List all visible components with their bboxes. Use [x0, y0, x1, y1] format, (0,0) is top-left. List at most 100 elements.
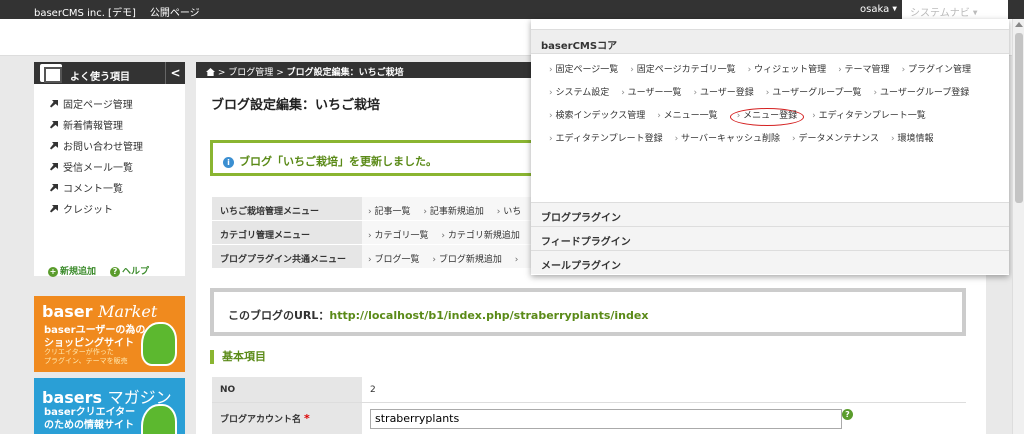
- account-value-cell: ?: [362, 403, 966, 434]
- favorite-label: お問い合わせ管理: [63, 142, 143, 153]
- favorite-label: 受信メール一覧: [63, 163, 133, 174]
- menu-row-links: カテゴリ一覧 カテゴリ新規追加: [362, 221, 532, 244]
- favorite-item[interactable]: お問い合わせ管理: [50, 135, 185, 156]
- system-nav-toggle[interactable]: システムナビ ▼: [902, 0, 1008, 19]
- page-scrollbar[interactable]: [1012, 19, 1024, 434]
- no-value: 2: [362, 377, 966, 402]
- banner-text: baserユーザーの為の ショッピングサイト: [44, 324, 145, 350]
- nav-link[interactable]: 固定ページ一覧: [549, 60, 618, 83]
- pin-icon: [50, 99, 58, 108]
- favorites-footer: + 新規追加 ? ヘルプ: [48, 264, 149, 277]
- add-new-link[interactable]: + 新規追加: [48, 264, 96, 277]
- section-title: 基本項目: [210, 350, 266, 364]
- nav-link[interactable]: ユーザー一覧: [621, 83, 682, 106]
- public-page-link[interactable]: 公開ページ: [150, 4, 200, 19]
- pin-icon: [50, 183, 58, 192]
- nav-link[interactable]: メニュー一覧: [657, 106, 718, 129]
- banner-line1: baserクリエイター: [44, 407, 136, 418]
- menu-link[interactable]: カテゴリ一覧: [368, 231, 428, 241]
- banner-line1: baserユーザーの為の: [44, 325, 146, 336]
- menu-link[interactable]: カテゴリ新規追加: [441, 231, 519, 241]
- favorite-label: 新着情報管理: [63, 121, 123, 132]
- favorite-label: 固定ページ管理: [63, 100, 133, 111]
- system-nav-label: システムナビ: [910, 8, 970, 19]
- nav-link[interactable]: ユーザーグループ一覧: [766, 83, 861, 106]
- add-new-label: 新規追加: [60, 267, 97, 277]
- blog-url-link[interactable]: http://localhost/b1/index.php/straberryp…: [329, 309, 648, 322]
- menu-link[interactable]: いち: [497, 207, 521, 217]
- mascot-icon: [141, 322, 177, 366]
- nav-link[interactable]: ユーザーグループ登録: [874, 83, 969, 106]
- breadcrumb-blog-admin[interactable]: ブログ管理: [228, 68, 273, 78]
- nav-link[interactable]: データメンテナンス: [792, 129, 879, 152]
- favorite-item[interactable]: 固定ページ管理: [50, 93, 185, 114]
- nav-link[interactable]: 環境情報: [891, 129, 933, 152]
- menu-row: ブログプラグイン共通メニュー ブログ一覧 ブログ新規追加: [212, 245, 532, 269]
- user-menu[interactable]: osaka ▼: [860, 4, 897, 15]
- nav-link[interactable]: サーバーキャッシュ削除: [675, 129, 780, 152]
- nav-link[interactable]: ウィジェット管理: [748, 60, 826, 83]
- banner-title-a: basers: [42, 388, 103, 407]
- nav-link[interactable]: プラグイン管理: [902, 60, 971, 83]
- menu-row-label: いちご栽培管理メニュー: [212, 197, 362, 220]
- pin-icon: [50, 141, 58, 150]
- home-icon[interactable]: [206, 68, 215, 76]
- form-row-no: NO 2: [212, 377, 966, 403]
- scroll-thumb[interactable]: [1015, 33, 1023, 203]
- core-links: 固定ページ一覧 固定ページカテゴリ一覧 ウィジェット管理 テーマ管理 プラグイン…: [531, 54, 1009, 202]
- nav-link[interactable]: 検索インデックス管理: [549, 106, 645, 129]
- banner-text: baserクリエイター のための情報サイト: [44, 406, 135, 432]
- blog-account-input[interactable]: [370, 408, 842, 429]
- blog-plugin-section[interactable]: ブログプラグイン: [531, 202, 1009, 226]
- mail-plugin-section[interactable]: メールプラグイン: [531, 250, 1009, 274]
- basers-magazine-banner[interactable]: basers マガジン baserクリエイター のための情報サイト: [34, 378, 185, 434]
- nav-link[interactable]: ユーザー登録: [694, 83, 754, 106]
- menu-row-links: 記事一覧 記事新規追加 いち: [362, 197, 532, 220]
- banner-small-text: クリエイターが作った プラグイン、テーマを販売: [44, 348, 128, 366]
- caret-down-icon: ▼: [972, 9, 978, 17]
- no-label: NO: [212, 377, 362, 402]
- menu-link[interactable]: 記事一覧: [368, 207, 410, 217]
- form-row-account: ブログアカウント名* ?: [212, 403, 966, 434]
- user-name: osaka: [860, 4, 890, 15]
- menu-row: カテゴリ管理メニュー カテゴリ一覧 カテゴリ新規追加: [212, 221, 532, 245]
- breadcrumb-sep: >: [276, 68, 284, 78]
- site-name-link[interactable]: baserCMS inc. [デモ]: [34, 4, 136, 19]
- menu-link[interactable]: ブログ新規追加: [432, 255, 501, 265]
- banner-line2: のための情報サイト: [44, 420, 134, 431]
- menu-row-label: ブログプラグイン共通メニュー: [212, 245, 362, 268]
- nav-link[interactable]: エディタテンプレート登録: [549, 129, 662, 152]
- favorites-icon: [40, 64, 62, 83]
- nav-link[interactable]: システム設定: [549, 83, 609, 106]
- breadcrumb-sep: >: [217, 68, 226, 78]
- collapse-button[interactable]: <: [165, 62, 185, 84]
- favorite-item[interactable]: 受信メール一覧: [50, 156, 185, 177]
- help-link[interactable]: ? ヘルプ: [110, 264, 149, 277]
- menu-link[interactable]: 記事新規追加: [423, 207, 483, 217]
- feed-plugin-section[interactable]: フィードプラグイン: [531, 226, 1009, 250]
- menu-link[interactable]: [515, 255, 519, 265]
- nav-link[interactable]: 固定ページカテゴリ一覧: [630, 60, 736, 83]
- menu-link[interactable]: ブログ一覧: [368, 255, 419, 265]
- info-icon: i: [223, 157, 234, 168]
- help-label: ヘルプ: [122, 267, 150, 277]
- mascot-icon: [141, 404, 177, 434]
- blog-url-label: このブログのURL：: [228, 309, 330, 322]
- blog-url-box: このブログのURL：http://localhost/b1/index.php/…: [210, 288, 966, 336]
- baser-market-banner[interactable]: baser Market baserユーザーの為の ショッピングサイト クリエイタ…: [34, 296, 185, 372]
- favorite-label: クレジット: [63, 205, 113, 216]
- nav-link[interactable]: テーマ管理: [838, 60, 890, 83]
- favorite-item[interactable]: 新着情報管理: [50, 114, 185, 135]
- nav-link-menu-register[interactable]: メニュー登録: [729, 108, 805, 126]
- favorite-item[interactable]: コメント一覧: [50, 177, 185, 198]
- help-icon: ?: [110, 267, 121, 277]
- help-icon[interactable]: ?: [842, 409, 853, 420]
- plus-icon: +: [48, 267, 58, 277]
- favorite-label: コメント一覧: [63, 184, 123, 195]
- core-section: baserCMSコア 固定ページ一覧 固定ページカテゴリ一覧 ウィジェット管理 …: [531, 29, 1009, 202]
- required-mark: *: [304, 412, 310, 425]
- scroll-up-icon[interactable]: [1015, 22, 1023, 27]
- core-section-title[interactable]: baserCMSコア: [531, 30, 1009, 54]
- nav-link[interactable]: エディタテンプレート一覧: [812, 106, 926, 129]
- favorite-item[interactable]: クレジット: [50, 198, 185, 219]
